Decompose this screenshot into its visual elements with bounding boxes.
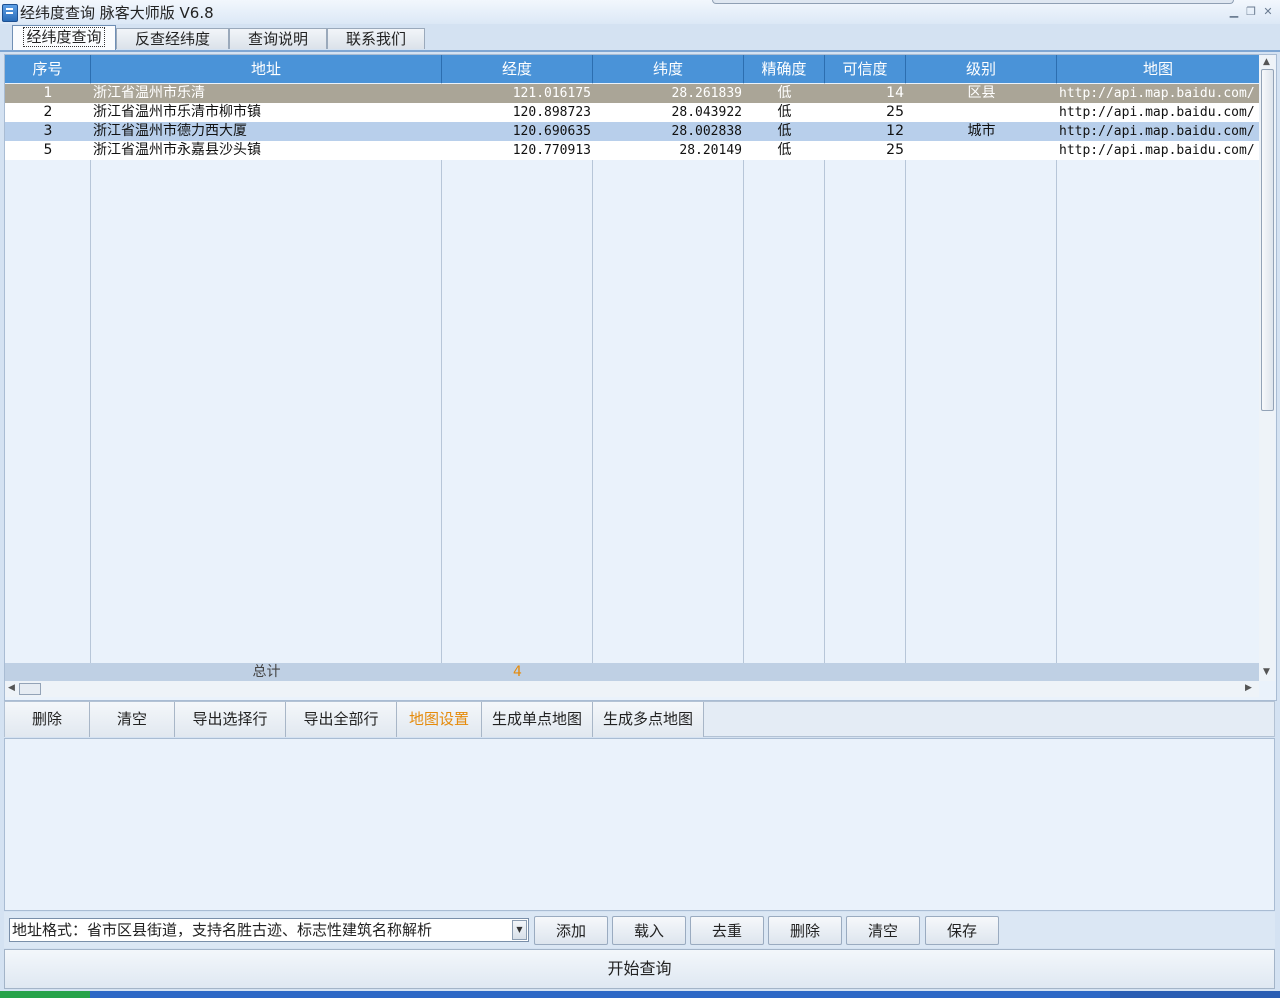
window-title: 经纬度查询 脉客大师版 V6.8 xyxy=(20,4,214,22)
title-bar: 经纬度查询 脉客大师版 V6.8 ▁ ❐ ✕ xyxy=(0,0,1280,24)
load-button[interactable]: 载入 xyxy=(612,916,686,945)
cell-lat: 28.20149 xyxy=(679,143,742,158)
cell-map-link[interactable]: http://api.map.baidu.com/ xyxy=(1057,122,1259,141)
save-button[interactable]: 保存 xyxy=(925,916,999,945)
cell-lng: 120.898723 xyxy=(512,105,591,120)
col-divider xyxy=(90,83,91,663)
col-header-level[interactable]: 级别 xyxy=(906,55,1057,83)
cell-address: 浙江省温州市德力西大厦 xyxy=(93,123,247,139)
col-header-address[interactable]: 地址 xyxy=(91,55,442,83)
grid-toolbar: 删除 清空 导出选择行 导出全部行 地图设置 生成单点地图 生成多点地图 xyxy=(4,701,1275,737)
start-query-button[interactable]: 开始查询 xyxy=(4,949,1275,989)
address-list-panel[interactable] xyxy=(4,738,1275,911)
address-format-combo[interactable]: 地址格式：省市区县街道，支持名胜古迹、标志性建筑名称解析 ▼ xyxy=(9,918,529,942)
cell-precision: 低 xyxy=(777,123,792,139)
tab-contact[interactable]: 联系我们 xyxy=(327,28,425,49)
table-row[interactable]: 2 浙江省温州市乐清市柳市镇 120.898723 28.043922 低 25… xyxy=(5,103,1259,122)
scroll-down-icon[interactable]: ▼ xyxy=(1263,667,1270,677)
col-divider xyxy=(592,83,593,663)
cell-lat: 28.002838 xyxy=(671,124,742,139)
col-divider xyxy=(441,83,442,663)
delete-button[interactable]: 删除 xyxy=(768,916,842,945)
horizontal-scrollbar[interactable]: ◀ ▶ xyxy=(5,681,1259,697)
cell-precision: 低 xyxy=(777,104,792,120)
cell-map-link[interactable]: http://api.map.baidu.com/ xyxy=(1057,84,1259,103)
add-button[interactable]: 添加 xyxy=(534,916,608,945)
cell-level: 区县 xyxy=(967,85,996,101)
col-divider xyxy=(743,83,744,663)
cell-confidence: 14 xyxy=(886,85,904,101)
vertical-scroll-thumb[interactable] xyxy=(1261,69,1274,411)
scroll-left-icon[interactable]: ◀ xyxy=(8,683,15,693)
tab-reverse-query[interactable]: 反查经纬度 xyxy=(116,28,229,49)
cell-address: 浙江省温州市乐清 xyxy=(93,85,205,101)
col-header-confidence[interactable]: 可信度 xyxy=(825,55,906,83)
cell-lat: 28.043922 xyxy=(671,105,742,120)
cell-precision: 低 xyxy=(777,142,792,158)
cell-seq: 1 xyxy=(43,85,53,101)
cell-seq: 2 xyxy=(43,104,53,120)
col-header-map[interactable]: 地图 xyxy=(1057,55,1259,83)
scroll-up-icon[interactable]: ▲ xyxy=(1263,57,1270,67)
restore-icon[interactable]: ❐ xyxy=(1245,6,1257,18)
multi-point-map-button[interactable]: 生成多点地图 xyxy=(593,702,704,737)
cell-address: 浙江省温州市乐清市柳市镇 xyxy=(93,104,261,120)
tab-latlng-query[interactable]: 经纬度查询 xyxy=(12,25,116,50)
grid-header: 序号 地址 经度 纬度 精确度 可信度 级别 地图 xyxy=(5,55,1259,83)
col-divider xyxy=(1056,83,1057,663)
cell-level xyxy=(906,141,1057,160)
clear-button[interactable]: 清空 xyxy=(846,916,920,945)
cell-seq: 3 xyxy=(43,123,53,139)
input-bar: 地址格式：省市区县街道，支持名胜古迹、标志性建筑名称解析 ▼ 添加 载入 去重 … xyxy=(4,912,1275,948)
scroll-right-icon[interactable]: ▶ xyxy=(1245,683,1252,693)
totals-label: 总计 xyxy=(252,664,281,680)
export-selected-button[interactable]: 导出选择行 xyxy=(175,702,286,737)
single-point-map-button[interactable]: 生成单点地图 xyxy=(482,702,593,737)
result-grid: 序号 地址 经度 纬度 精确度 可信度 级别 地图 1 浙江省温州市乐清 121… xyxy=(4,54,1277,701)
cell-lng: 121.016175 xyxy=(512,86,591,101)
cell-precision: 低 xyxy=(777,85,792,101)
cell-address: 浙江省温州市永嘉县沙头镇 xyxy=(93,142,261,158)
app-icon xyxy=(2,4,18,22)
cell-map-link[interactable]: http://api.map.baidu.com/ xyxy=(1057,141,1259,160)
close-icon[interactable]: ✕ xyxy=(1262,6,1274,18)
delete-row-button[interactable]: 删除 xyxy=(5,702,90,737)
vertical-scrollbar[interactable]: ▲ ▼ xyxy=(1259,55,1275,681)
title-decoration xyxy=(712,0,1234,4)
dedupe-button[interactable]: 去重 xyxy=(690,916,764,945)
cell-level: 城市 xyxy=(967,123,996,139)
totals-count: 4 xyxy=(513,664,522,680)
chevron-down-icon[interactable]: ▼ xyxy=(512,920,527,940)
table-row[interactable]: 3 浙江省温州市德力西大厦 120.690635 28.002838 低 12 … xyxy=(5,122,1259,141)
col-header-precision[interactable]: 精确度 xyxy=(744,55,825,83)
cell-lng: 120.770913 xyxy=(512,143,591,158)
tab-strip: 经纬度查询 反查经纬度 查询说明 联系我们 xyxy=(0,24,1280,52)
table-row[interactable]: 1 浙江省温州市乐清 121.016175 28.261839 低 14 区县 … xyxy=(5,84,1259,103)
cell-lng: 120.690635 xyxy=(512,124,591,139)
taskbar-strip xyxy=(0,991,1280,998)
cell-lat: 28.261839 xyxy=(671,86,742,101)
col-header-lat[interactable]: 纬度 xyxy=(593,55,744,83)
col-header-lng[interactable]: 经度 xyxy=(442,55,593,83)
cell-confidence: 25 xyxy=(886,142,904,158)
col-divider xyxy=(824,83,825,663)
export-all-button[interactable]: 导出全部行 xyxy=(286,702,397,737)
cell-level xyxy=(906,103,1057,122)
horizontal-scroll-thumb[interactable] xyxy=(19,683,41,695)
col-header-seq[interactable]: 序号 xyxy=(5,55,91,83)
cell-seq: 5 xyxy=(43,142,53,158)
address-format-value: 地址格式：省市区县街道，支持名胜古迹、标志性建筑名称解析 xyxy=(12,921,433,939)
totals-row: 总计 4 xyxy=(5,663,1259,681)
map-settings-button[interactable]: 地图设置 xyxy=(397,702,482,737)
col-divider xyxy=(905,83,906,663)
clear-grid-button[interactable]: 清空 xyxy=(90,702,175,737)
minimize-icon[interactable]: ▁ xyxy=(1228,6,1240,18)
cell-map-link[interactable]: http://api.map.baidu.com/ xyxy=(1057,103,1259,122)
cell-confidence: 12 xyxy=(886,123,904,139)
cell-confidence: 25 xyxy=(886,104,904,120)
table-row[interactable]: 5 浙江省温州市永嘉县沙头镇 120.770913 28.20149 低 25 … xyxy=(5,141,1259,160)
tab-help[interactable]: 查询说明 xyxy=(229,28,327,49)
